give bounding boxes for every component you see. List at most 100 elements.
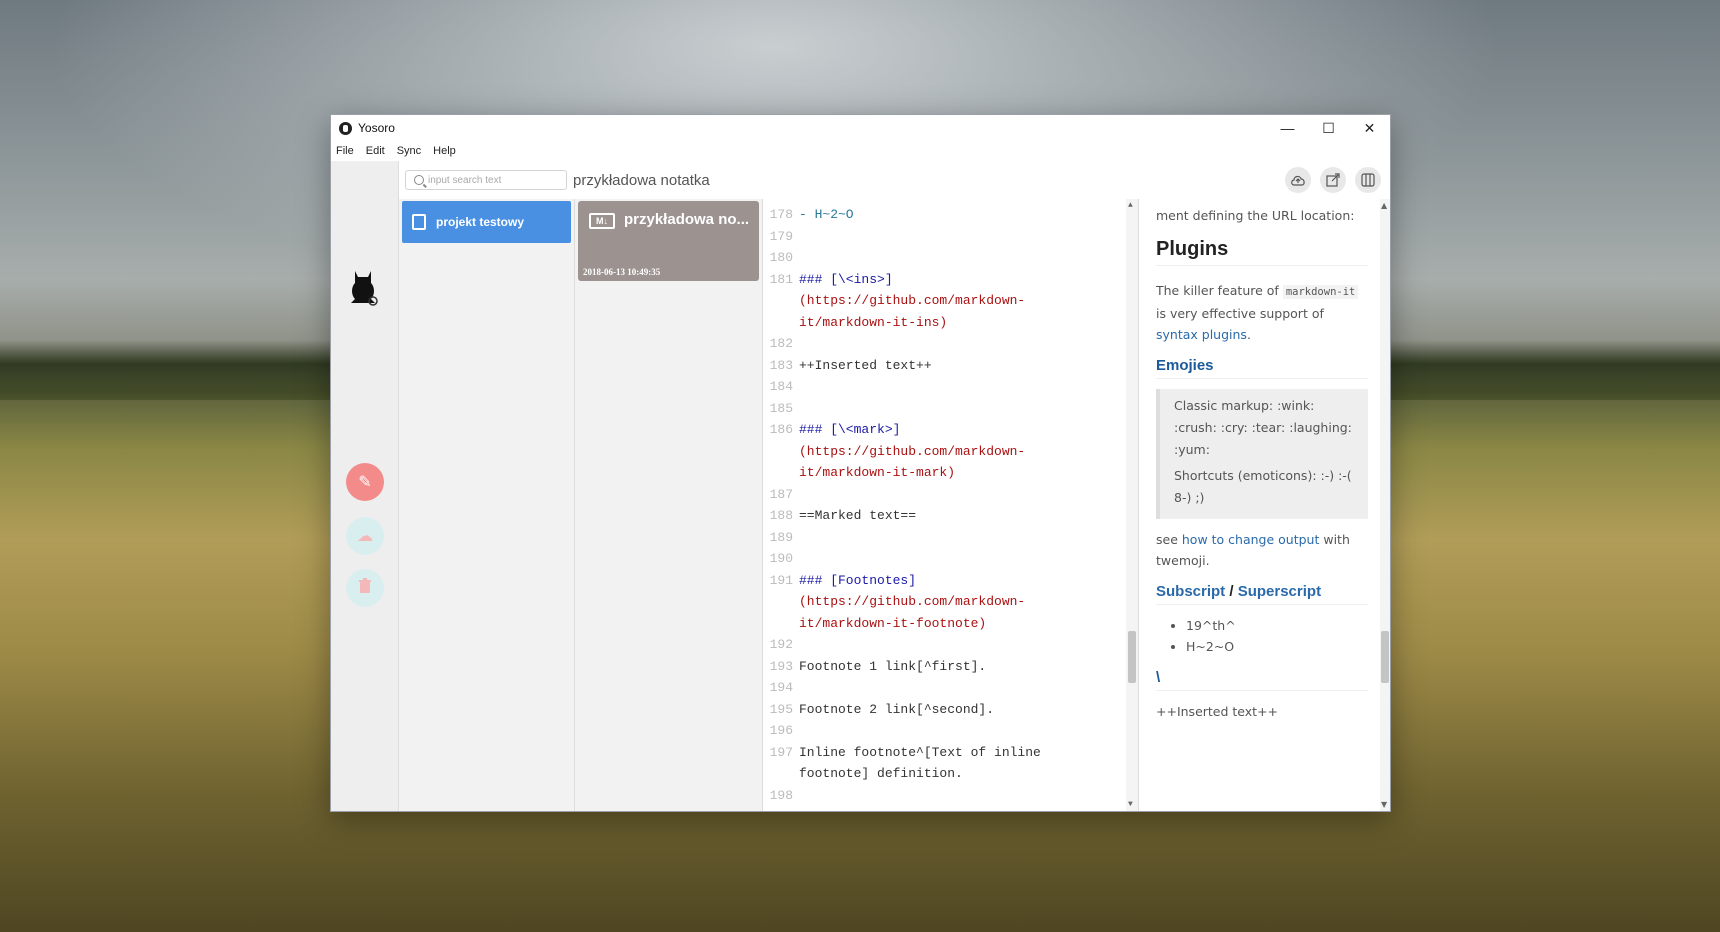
note-card[interactable]: M↓ przykładowa no... 2018-06-13 10:49:35 bbox=[578, 201, 759, 281]
editor-line[interactable]: 182 bbox=[763, 333, 1138, 355]
maximize-button[interactable]: ☐ bbox=[1308, 115, 1349, 141]
line-number: 178 bbox=[769, 207, 793, 222]
line-number: 190 bbox=[769, 551, 793, 566]
scroll-down-arrow[interactable]: ▼ bbox=[1381, 800, 1387, 809]
scrollbar-thumb[interactable] bbox=[1381, 631, 1389, 683]
emoji-blockquote: Classic markup: :wink: :crush: :cry: :te… bbox=[1156, 389, 1368, 519]
menu-bar: File Edit Sync Help bbox=[331, 141, 1390, 161]
preview-list: 19^th^ H~2~O bbox=[1156, 615, 1368, 657]
minimize-button[interactable]: — bbox=[1267, 115, 1308, 141]
editor-line[interactable]: 194 bbox=[763, 677, 1138, 699]
scroll-down-arrow[interactable]: ▼ bbox=[1128, 800, 1133, 809]
syntax-plugins-link[interactable]: syntax plugins bbox=[1156, 327, 1247, 342]
line-number: 194 bbox=[769, 680, 793, 695]
line-number bbox=[763, 441, 799, 463]
editor-line[interactable]: 189 bbox=[763, 527, 1138, 549]
line-number bbox=[763, 290, 799, 312]
editor-line[interactable]: 190 bbox=[763, 548, 1138, 570]
search-input[interactable]: input search text bbox=[405, 170, 567, 190]
line-text: (https://github.com/markdown- bbox=[799, 594, 1026, 609]
editor-line[interactable]: 195 Footnote 2 link[^second]. bbox=[763, 699, 1138, 721]
menu-edit[interactable]: Edit bbox=[366, 145, 385, 157]
line-number bbox=[763, 462, 799, 484]
editor-line[interactable]: footnote] definition. bbox=[763, 763, 1138, 785]
line-number: 183 bbox=[769, 357, 793, 373]
editor-line[interactable]: it/markdown-it-mark) bbox=[763, 462, 1138, 484]
editor-line[interactable]: 186 ### [\<mark>] bbox=[763, 419, 1138, 441]
menu-help[interactable]: Help bbox=[433, 145, 456, 157]
app-window: Yosoro — ☐ ✕ File Edit Sync Help ✎ ☁ inp… bbox=[330, 114, 1391, 812]
line-text: ==Marked text== bbox=[799, 508, 917, 523]
editor-line[interactable]: 198 bbox=[763, 785, 1138, 807]
close-button[interactable]: ✕ bbox=[1349, 115, 1390, 141]
project-item[interactable]: projekt testowy bbox=[402, 201, 571, 243]
scroll-up-arrow[interactable]: ▲ bbox=[1128, 201, 1133, 210]
editor-line[interactable]: 197 Inline footnote^[Text of inline bbox=[763, 742, 1138, 764]
editor-line[interactable]: (https://github.com/markdown- bbox=[763, 591, 1138, 613]
editor-line[interactable]: 183 ++Inserted text++ bbox=[763, 355, 1138, 377]
editor-line[interactable]: 192 bbox=[763, 634, 1138, 656]
line-text: ### [\<mark>] bbox=[799, 422, 901, 437]
line-number bbox=[763, 312, 799, 334]
change-output-link[interactable]: how to change output bbox=[1182, 532, 1320, 547]
heading-subscript-superscript: Subscript / Superscript bbox=[1156, 583, 1368, 605]
menu-file[interactable]: File bbox=[336, 145, 354, 157]
editor-line[interactable]: 188 ==Marked text== bbox=[763, 505, 1138, 527]
cloud-upload-icon[interactable] bbox=[1285, 167, 1311, 193]
search-icon bbox=[414, 175, 424, 185]
window-title: Yosoro bbox=[358, 121, 395, 135]
split-view-icon[interactable] bbox=[1355, 167, 1381, 193]
line-text: Inline footnote^[Text of inline bbox=[799, 744, 1049, 760]
editor-line[interactable]: (https://github.com/markdown- bbox=[763, 441, 1138, 463]
see-paragraph: see how to change output with twemoji. bbox=[1156, 532, 1350, 568]
top-toolbar: input search text przykładowa notatka bbox=[399, 161, 1390, 199]
line-text: - H~2~O bbox=[799, 207, 854, 222]
line-text: footnote] definition. bbox=[799, 766, 963, 781]
line-text: Footnote 2 link[^second]. bbox=[799, 701, 995, 717]
trash-button[interactable] bbox=[346, 569, 384, 607]
editor-line[interactable]: it/markdown-it-ins) bbox=[763, 312, 1138, 334]
line-number: 196 bbox=[769, 723, 793, 738]
note-list: M↓ przykładowa no... 2018-06-13 10:49:35 bbox=[575, 199, 763, 811]
editor-line[interactable]: (https://github.com/markdown- bbox=[763, 290, 1138, 312]
line-number: 185 bbox=[769, 400, 793, 416]
menu-sync[interactable]: Sync bbox=[397, 145, 421, 157]
new-note-button[interactable]: ✎ bbox=[346, 463, 384, 501]
markdown-editor[interactable]: 178 - H~2~O 179 180 181 ### [\<ins>] (https://… bbox=[763, 199, 1139, 811]
plugins-paragraph: The killer feature of markdown-it is ver… bbox=[1156, 280, 1368, 345]
editor-line[interactable]: 185 bbox=[763, 398, 1138, 420]
editor-scrollbar[interactable]: ▲ ▼ bbox=[1126, 199, 1138, 811]
editor-line[interactable]: it/markdown-it-footnote) bbox=[763, 613, 1138, 635]
line-number: 195 bbox=[769, 701, 793, 717]
line-number bbox=[763, 763, 799, 785]
line-number: 193 bbox=[769, 658, 793, 674]
preview-scrollbar[interactable]: ▲ ▼ bbox=[1380, 199, 1390, 811]
editor-line[interactable]: 193 Footnote 1 link[^first]. bbox=[763, 656, 1138, 678]
heading-emojies: Emojies bbox=[1156, 357, 1368, 379]
editor-line[interactable]: 179 bbox=[763, 226, 1138, 248]
editor-line[interactable]: 196 bbox=[763, 720, 1138, 742]
line-number: 180 bbox=[769, 250, 793, 265]
editor-line[interactable]: 187 bbox=[763, 484, 1138, 506]
scrollbar-thumb[interactable] bbox=[1128, 631, 1136, 683]
editor-line[interactable]: 178 - H~2~O bbox=[763, 204, 1138, 226]
pencil-icon: ✎ bbox=[358, 474, 372, 491]
cloud-sync-button[interactable]: ☁ bbox=[346, 517, 384, 555]
scroll-up-arrow[interactable]: ▲ bbox=[1381, 201, 1387, 210]
editor-line[interactable]: 191 ### [Footnotes] bbox=[763, 570, 1138, 592]
superscript-link[interactable]: Superscript bbox=[1238, 583, 1321, 600]
cat-logo-icon bbox=[351, 271, 378, 306]
editor-line[interactable]: 181 ### [\<ins>] bbox=[763, 269, 1138, 291]
list-item: H~2~O bbox=[1186, 636, 1368, 657]
notebook-icon bbox=[412, 214, 426, 230]
subscript-link[interactable]: Subscript bbox=[1156, 583, 1225, 600]
preview-text-fragment: ment defining the URL location: bbox=[1156, 208, 1355, 223]
line-text: ++Inserted text++ bbox=[799, 357, 932, 373]
line-number: 198 bbox=[769, 787, 793, 803]
line-number bbox=[763, 613, 799, 635]
editor-line[interactable]: 180 bbox=[763, 247, 1138, 269]
title-bar: Yosoro — ☐ ✕ bbox=[331, 115, 1390, 141]
editor-line[interactable]: 184 bbox=[763, 376, 1138, 398]
heading-plugins: Plugins bbox=[1156, 238, 1368, 266]
export-icon[interactable] bbox=[1320, 167, 1346, 193]
